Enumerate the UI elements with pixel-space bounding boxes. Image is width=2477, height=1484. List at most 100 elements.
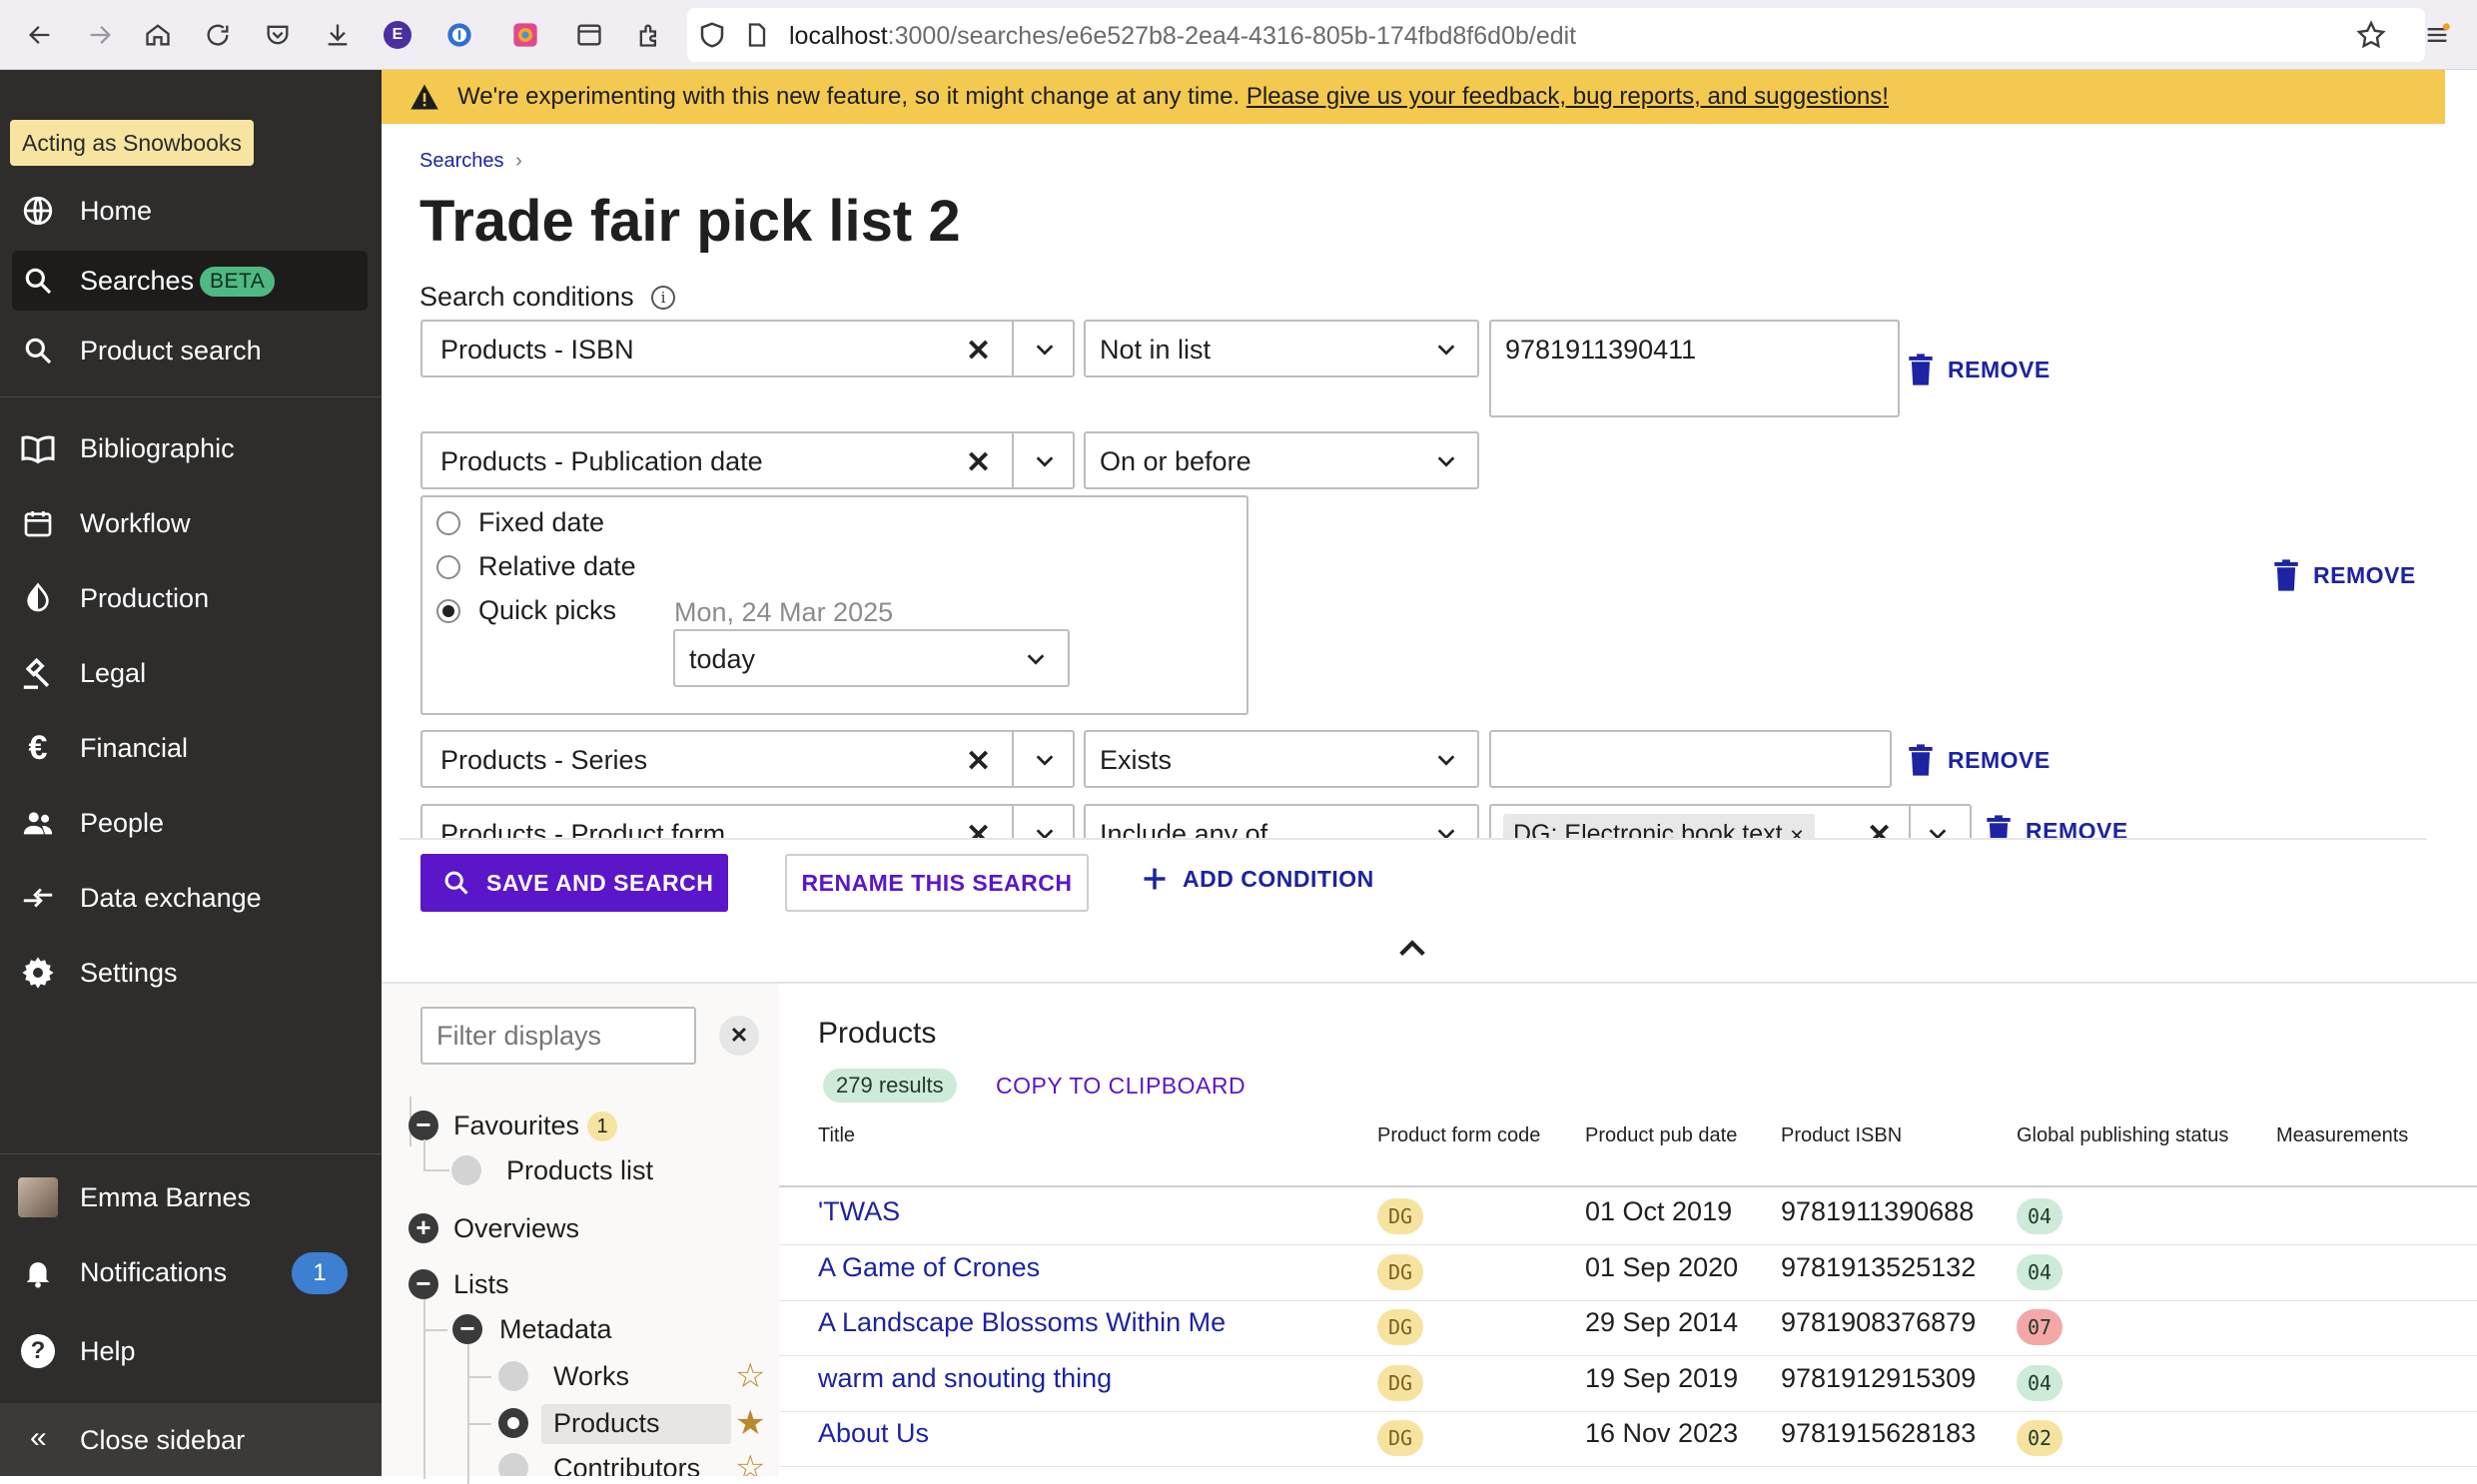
condition-2-operator-select[interactable]: On or before: [1084, 431, 1479, 489]
condition-1-field-select[interactable]: Products - ISBN ✕: [420, 320, 1075, 377]
clear-icon[interactable]: ✕: [966, 744, 991, 779]
filter-displays-input[interactable]: [420, 1007, 696, 1065]
lists-node[interactable]: Lists: [453, 1269, 509, 1300]
breadcrumb-searches-link[interactable]: Searches: [419, 150, 504, 172]
favourites-node[interactable]: Favourites: [453, 1111, 579, 1141]
sidebar-item-data-exchange[interactable]: Data exchange: [0, 868, 382, 928]
condition-4-operator-select[interactable]: Include any of: [1084, 804, 1479, 839]
sidebar-divider: [0, 1153, 382, 1154]
acting-as-badge[interactable]: Acting as Snowbooks: [10, 120, 254, 166]
home-icon[interactable]: [140, 17, 176, 53]
notifications-link[interactable]: Notifications 1: [0, 1242, 382, 1302]
download-icon[interactable]: [320, 17, 356, 53]
products-display[interactable]: Products: [553, 1408, 660, 1439]
add-condition-button[interactable]: ADD CONDITION: [1141, 865, 1374, 893]
column-header-status[interactable]: Global publishing status: [2017, 1124, 2228, 1147]
relative-date-radio[interactable]: [436, 555, 460, 579]
product-title-link[interactable]: A Landscape Blossoms Within Me: [818, 1307, 1226, 1338]
column-header-measurements[interactable]: Measurements: [2276, 1124, 2408, 1147]
help-link[interactable]: ? Help: [0, 1321, 382, 1381]
condition-2-remove-button[interactable]: REMOVE: [2273, 559, 2416, 591]
condition-4-field-select[interactable]: Products - Product form ✕: [420, 804, 1075, 839]
extension-e-icon[interactable]: E: [380, 17, 415, 53]
column-header-title[interactable]: Title: [818, 1124, 855, 1147]
column-header-isbn[interactable]: Product ISBN: [1781, 1124, 1902, 1147]
star-outline-icon[interactable]: ☆: [735, 1448, 765, 1476]
sidebar-toggle-icon[interactable]: [571, 17, 607, 53]
clear-icon[interactable]: ✕: [966, 445, 991, 480]
product-title-link[interactable]: warm and snouting thing: [818, 1363, 1112, 1394]
star-filled-icon[interactable]: ★: [735, 1403, 765, 1443]
save-and-search-button[interactable]: SAVE AND SEARCH: [420, 854, 728, 912]
close-sidebar-button[interactable]: « Close sidebar: [0, 1403, 382, 1476]
search-icon: [18, 261, 58, 301]
quick-picks-radio[interactable]: [436, 599, 460, 623]
reload-icon[interactable]: [200, 17, 236, 53]
clear-icon[interactable]: ✕: [966, 334, 991, 369]
copy-to-clipboard-button[interactable]: COPY TO CLIPBOARD: [996, 1073, 1245, 1100]
condition-3-operator-select[interactable]: Exists: [1084, 730, 1479, 788]
pocket-icon[interactable]: [260, 17, 296, 53]
condition-3-value-input[interactable]: [1489, 730, 1892, 788]
sidebar-item-searches[interactable]: Searches BETA: [12, 251, 368, 311]
isbn-cell: 9781911390688: [1781, 1196, 1975, 1226]
condition-1-remove-button[interactable]: REMOVE: [1908, 354, 2051, 385]
favourites-count-badge: 1: [587, 1112, 617, 1141]
clear-icon[interactable]: ✕: [966, 818, 991, 839]
column-header-pub-date[interactable]: Product pub date: [1585, 1124, 1737, 1147]
condition-1-value-textarea[interactable]: 9781911390411: [1489, 320, 1900, 417]
sidebar-item-home[interactable]: Home: [0, 181, 382, 241]
works-display[interactable]: Works: [553, 1361, 629, 1392]
bookmark-star-icon[interactable]: [2355, 19, 2387, 51]
star-outline-icon[interactable]: ☆: [735, 1356, 765, 1396]
condition-2-field-select[interactable]: Products - Publication date ✕: [420, 431, 1075, 489]
sidebar-item-bibliographic[interactable]: Bibliographic: [0, 418, 382, 478]
product-title-link[interactable]: A Game of Crones: [818, 1252, 1040, 1283]
condition-3-field-select[interactable]: Products - Series ✕: [420, 730, 1075, 788]
metadata-node[interactable]: Metadata: [499, 1314, 612, 1345]
expand-overviews-icon[interactable]: +: [409, 1213, 438, 1243]
product-title-link[interactable]: About Us: [818, 1418, 929, 1449]
condition-3-remove-button[interactable]: REMOVE: [1908, 744, 2051, 776]
chevron-down-icon: [1034, 450, 1056, 472]
product-title-link[interactable]: 'TWAS: [818, 1196, 900, 1227]
shield-icon[interactable]: [697, 20, 727, 50]
form-code-badge: DG: [1377, 1364, 1423, 1401]
overviews-node[interactable]: Overviews: [453, 1213, 579, 1244]
color-picker-icon[interactable]: [507, 17, 543, 53]
contributors-display[interactable]: Contributors: [553, 1453, 700, 1476]
sidebar-item-people[interactable]: People: [0, 793, 382, 853]
sidebar-item-settings[interactable]: Settings: [0, 943, 382, 1003]
quick-pick-select[interactable]: today: [673, 629, 1070, 687]
condition-4-remove-button[interactable]: REMOVE: [1986, 815, 2128, 839]
sidebar-item-production[interactable]: Production: [0, 568, 382, 628]
sidebar-item-product-search[interactable]: Product search: [0, 321, 382, 380]
fixed-date-radio[interactable]: [436, 511, 460, 535]
user-menu[interactable]: Emma Barnes: [0, 1167, 382, 1227]
favourite-products-list[interactable]: Products list: [506, 1155, 653, 1186]
extensions-icon[interactable]: [631, 17, 667, 53]
condition-1-operator-select[interactable]: Not in list: [1084, 320, 1479, 377]
app-menu-icon[interactable]: [2419, 17, 2455, 53]
column-header-form[interactable]: Product form code: [1377, 1124, 1540, 1147]
collapse-metadata-icon[interactable]: −: [452, 1314, 482, 1344]
condition-4-value-multiselect[interactable]: DG: Electronic book text ✕ ✕: [1489, 804, 1972, 839]
breadcrumb: Searches ›: [419, 150, 522, 172]
collapse-favourites-icon[interactable]: −: [409, 1111, 438, 1140]
back-icon[interactable]: [22, 17, 58, 53]
collapse-lists-icon[interactable]: −: [409, 1269, 438, 1299]
feedback-link[interactable]: Please give us your feedback, bug report…: [1246, 83, 1889, 110]
password-manager-icon[interactable]: [441, 17, 477, 53]
sidebar-item-legal[interactable]: Legal: [0, 643, 382, 703]
sidebar-item-financial[interactable]: € Financial: [0, 718, 382, 778]
clear-filter-icon[interactable]: ✕: [719, 1016, 759, 1056]
url-text[interactable]: localhost:3000/searches/e6e527b8-2ea4-43…: [789, 22, 1576, 51]
forward-icon[interactable]: [82, 17, 118, 53]
sidebar-item-workflow[interactable]: Workflow: [0, 493, 382, 553]
info-icon[interactable]: i: [651, 286, 675, 310]
address-bar[interactable]: localhost:3000/searches/e6e527b8-2ea4-43…: [687, 8, 2425, 62]
pub-date-cell: 19 Sep 2019: [1585, 1362, 1739, 1393]
rename-search-button[interactable]: RENAME THIS SEARCH: [785, 854, 1089, 912]
clear-icon[interactable]: ✕: [1867, 818, 1892, 839]
collapse-chevron-up-icon[interactable]: [1397, 935, 1427, 959]
